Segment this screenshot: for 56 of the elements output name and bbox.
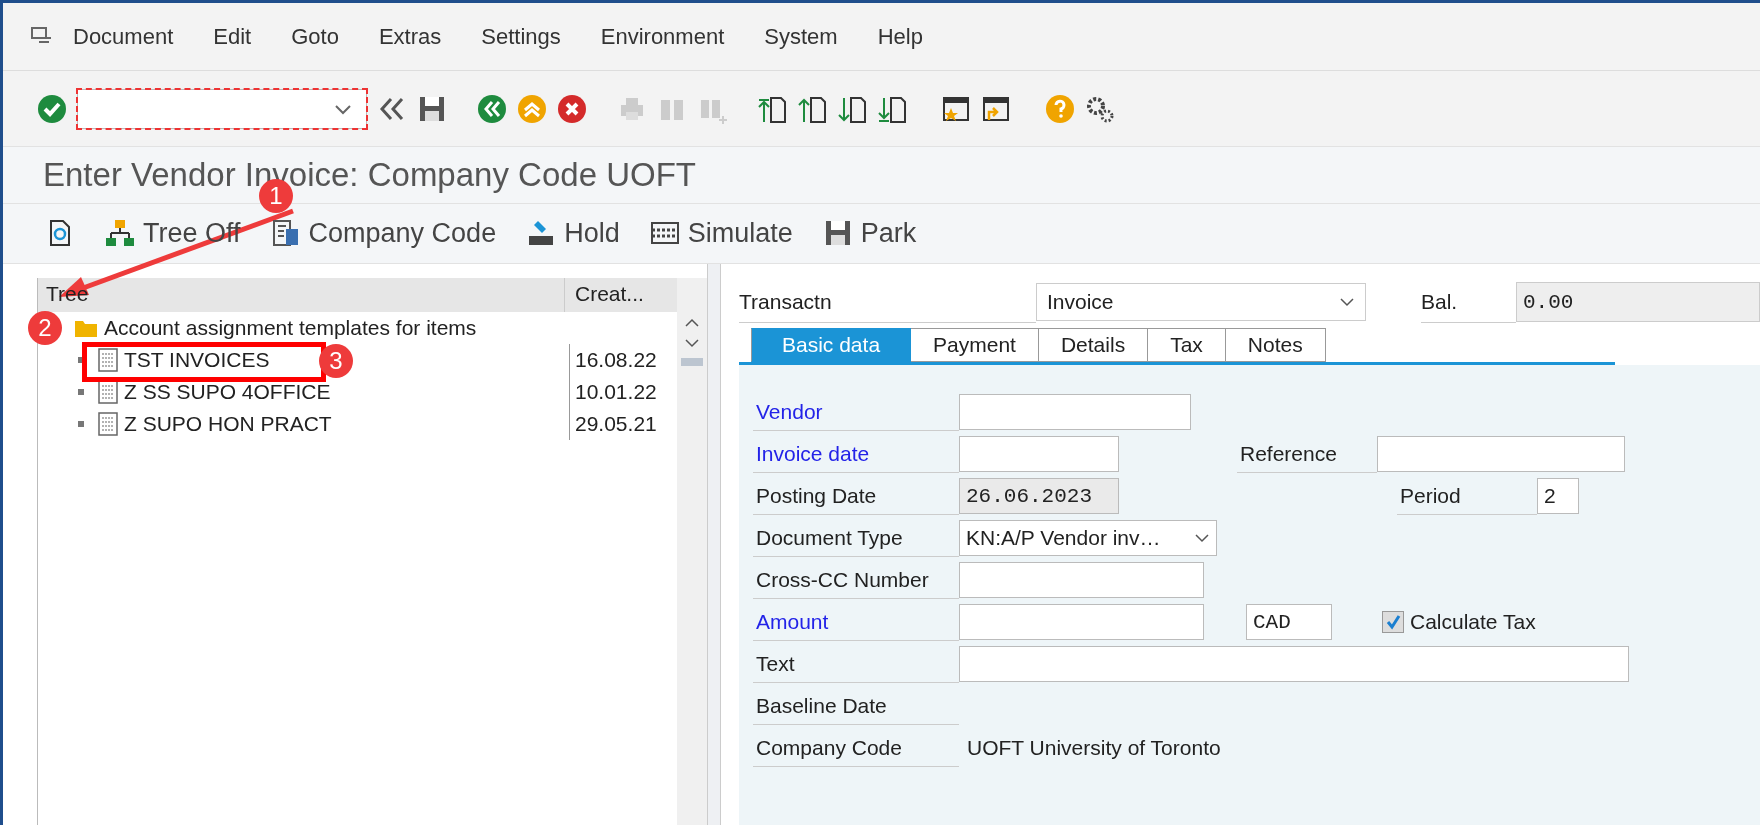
menu-item[interactable]: Document <box>53 23 194 50</box>
field-value: UOFT University of Toronto <box>966 736 1221 760</box>
scroll-up-icon[interactable] <box>684 318 700 328</box>
cancel-icon[interactable] <box>557 93 587 124</box>
toolbar-button[interactable]: Company Code <box>270 217 497 249</box>
menu-item[interactable]: Help <box>857 23 943 50</box>
menu-item[interactable]: Goto <box>271 23 359 50</box>
tab[interactable]: Details <box>1038 328 1149 362</box>
currency-field[interactable]: CAD <box>1246 604 1332 640</box>
menu-item[interactable]: Extras <box>358 23 462 50</box>
menu-item[interactable]: Edit <box>193 23 272 50</box>
date-cell: 16.08.22 <box>575 348 657 372</box>
input-field[interactable] <box>959 604 1204 640</box>
date-cell: 10.01.22 <box>575 380 657 404</box>
document-icon <box>98 380 118 404</box>
tab[interactable]: Tax <box>1148 328 1226 362</box>
input-field[interactable] <box>959 436 1119 472</box>
checkbox-label: Calculate Tax <box>1410 610 1536 634</box>
menu-item[interactable]: Environment <box>580 23 745 50</box>
input-field[interactable] <box>1377 436 1625 472</box>
dropdown-field[interactable]: KN:A/P Vendor inv… <box>959 520 1217 556</box>
checkmark-icon[interactable] <box>37 93 67 124</box>
menu-item[interactable]: Settings <box>461 23 581 50</box>
tree-node[interactable]: TST INVOICES <box>124 348 270 372</box>
input-field[interactable] <box>959 562 1204 598</box>
field-label: Company Code <box>753 729 959 767</box>
folder-icon <box>74 318 98 338</box>
tree-bullet-icon <box>78 421 84 427</box>
input-field[interactable]: 2 <box>1537 478 1579 514</box>
tab[interactable]: Payment <box>911 328 1039 362</box>
date-field: 26.06.2023 <box>959 478 1119 514</box>
tree-node[interactable]: Account assignment templates for items <box>104 316 477 340</box>
tree-bullet-icon <box>78 389 84 395</box>
tab[interactable]: Notes <box>1225 328 1326 362</box>
scroll-down-icon[interactable] <box>684 338 700 348</box>
menu-item[interactable]: System <box>744 23 858 50</box>
hierarchy-icon <box>105 218 135 249</box>
scroll-thumb[interactable] <box>681 358 703 366</box>
dropdown-field[interactable]: Invoice <box>1036 283 1366 321</box>
checkbox[interactable] <box>1382 611 1404 633</box>
toolbar-button[interactable]: Hold <box>526 217 620 249</box>
input-field[interactable] <box>959 646 1629 682</box>
field-label: Baseline Date <box>753 687 959 725</box>
toolbar-button[interactable]: Simulate <box>649 217 793 249</box>
balance-field: 0.00 <box>1516 282 1760 322</box>
tree-node[interactable]: Z SUPO HON PRACT <box>124 412 332 436</box>
document-icon <box>98 348 118 372</box>
back-icon[interactable] <box>477 93 507 124</box>
tree-bullet-icon <box>78 357 84 363</box>
input-field[interactable] <box>959 394 1191 430</box>
date-cell: 29.05.21 <box>575 412 657 436</box>
building-icon <box>270 218 301 249</box>
document-icon <box>98 412 118 436</box>
tree-node[interactable]: Z SS SUPO 4OFFICE <box>124 380 331 404</box>
toolbar-button[interactable]: Park <box>822 217 917 249</box>
command-field[interactable] <box>77 88 367 129</box>
